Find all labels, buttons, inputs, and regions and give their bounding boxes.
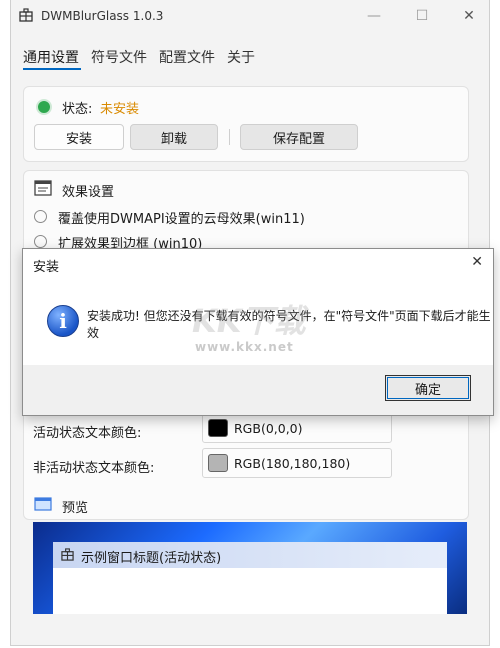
- install-button[interactable]: 安装: [34, 124, 124, 150]
- save-config-button[interactable]: 保存配置: [240, 124, 358, 150]
- preview-window-title: 示例窗口标题(活动状态): [81, 551, 222, 566]
- preview-app-icon: [61, 548, 74, 561]
- inactive-text-color-label: 非活动状态文本颜色:: [33, 461, 155, 476]
- dialog-title: 安装: [33, 260, 60, 275]
- window-settings-icon: [34, 180, 52, 196]
- active-text-color-picker[interactable]: RGB(0,0,0): [202, 413, 392, 443]
- watermark-logo: KK下载: [192, 302, 306, 340]
- title-bar: DWMBlurGlass 1.0.3 — ☐ ✕: [11, 0, 489, 32]
- mica-override-label: 覆盖使用DWMAPI设置的云母效果(win11): [58, 212, 305, 227]
- status-card: 状态: 未安装 安装 卸载 保存配置: [23, 86, 469, 162]
- active-color-value: RGB(0,0,0): [234, 421, 303, 436]
- tab-symbol-files[interactable]: 符号文件: [91, 47, 147, 67]
- preview-icon: [34, 497, 52, 511]
- inactive-text-color-picker[interactable]: RGB(180,180,180): [202, 448, 392, 478]
- active-text-color-label: 活动状态文本颜色:: [33, 426, 142, 441]
- ok-button[interactable]: 确定: [385, 375, 471, 401]
- active-tab-indicator: [23, 68, 81, 70]
- dialog-message-line2: 效: [87, 326, 100, 340]
- watermark-url: www.kkx.net: [195, 340, 294, 354]
- minimize-button[interactable]: —: [351, 0, 397, 32]
- preview-heading: 预览: [62, 501, 89, 516]
- inactive-color-swatch: [208, 454, 228, 472]
- inactive-color-value: RGB(180,180,180): [234, 456, 351, 471]
- button-divider: [229, 129, 230, 145]
- close-button[interactable]: ✕: [446, 0, 492, 32]
- preview-area: 示例窗口标题(活动状态): [33, 522, 467, 614]
- tab-about[interactable]: 关于: [227, 47, 255, 67]
- dialog-close-button[interactable]: ✕: [471, 254, 483, 270]
- info-icon: i: [47, 305, 79, 337]
- tab-config-files[interactable]: 配置文件: [159, 47, 215, 67]
- preview-window-titlebar: 示例窗口标题(活动状态): [53, 542, 447, 568]
- active-color-swatch: [208, 419, 228, 437]
- maximize-button[interactable]: ☐: [399, 0, 445, 32]
- status-dot-icon: [36, 99, 52, 115]
- mica-override-checkbox[interactable]: [34, 210, 47, 223]
- tab-general[interactable]: 通用设置: [23, 47, 79, 67]
- window-title: DWMBlurGlass 1.0.3: [41, 9, 164, 23]
- effects-heading: 效果设置: [62, 185, 115, 200]
- uninstall-button[interactable]: 卸载: [130, 124, 218, 150]
- status-label: 状态:: [62, 102, 93, 117]
- extend-border-checkbox[interactable]: [34, 235, 47, 248]
- status-value: 未安装: [100, 102, 140, 117]
- preview-window: 示例窗口标题(活动状态): [53, 542, 447, 614]
- app-icon: [19, 8, 33, 22]
